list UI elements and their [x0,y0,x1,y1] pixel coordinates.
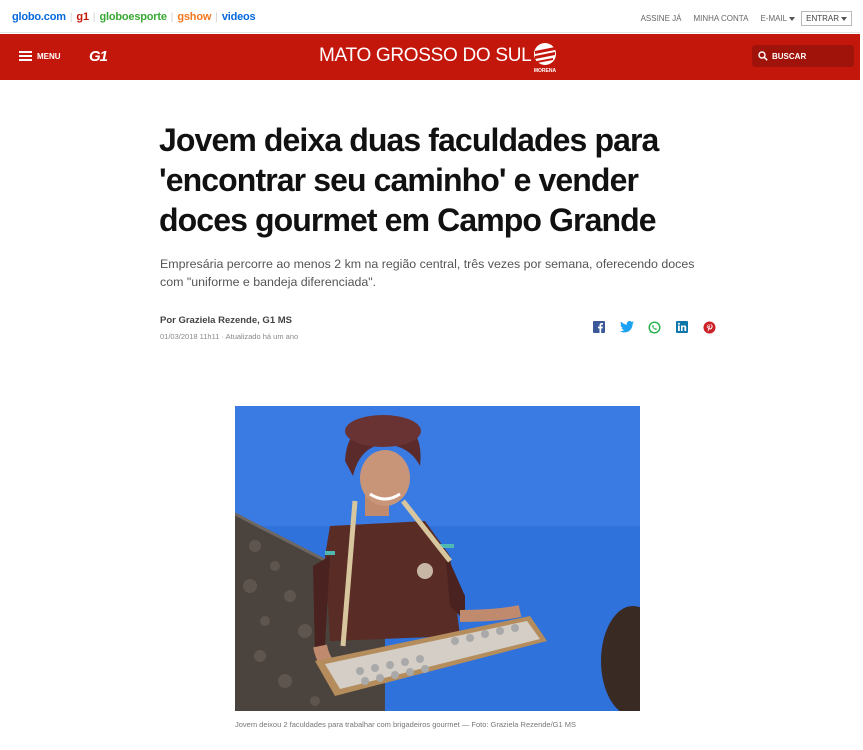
link-globoesporte[interactable]: globoesporte [99,11,166,23]
chevron-down-icon [841,16,847,21]
divider: | [69,11,73,23]
link-g1[interactable]: g1 [76,11,89,23]
globo-top-bar: globo.com | g1 | globoesporte | gshow | … [0,0,860,33]
site-header: MENU G1 MATO GROSSO DO SUL MORENA BUSCAR [0,34,860,80]
divider: | [170,11,174,23]
article-photo [235,406,640,711]
search-icon [758,51,768,61]
account-link[interactable]: MINHA CONTA [693,14,748,23]
article-title: Jovem deixa duas faculdades para 'encont… [159,122,659,238]
hamburger-icon [19,51,32,61]
divider: | [215,11,218,23]
subscribe-link[interactable]: ASSINE JÁ [641,14,682,23]
search-label: BUSCAR [772,51,807,61]
linkedin-icon[interactable] [675,320,689,334]
twitter-icon[interactable] [619,320,634,334]
article-subtitle: Empresária percorre ao menos 2 km na reg… [160,257,695,289]
pinterest-icon[interactable] [702,320,716,334]
divider: | [92,11,96,23]
link-gshow[interactable]: gshow [177,11,211,23]
login-label: ENTRAR [806,14,839,23]
menu-label: MENU [37,51,61,61]
whatsapp-icon[interactable] [647,320,661,334]
menu-button[interactable]: MENU [19,51,61,61]
facebook-icon[interactable] [592,320,606,334]
user-links: ASSINE JÁ MINHA CONTA E-MAIL ENTRAR [629,11,852,26]
article-date: 01/03/2018 11h11 · Atualizado há um ano [160,332,299,341]
link-globo-com[interactable]: globo.com [12,11,66,23]
g1-logo[interactable]: G1 [89,48,108,65]
search-button[interactable]: BUSCAR [752,45,854,67]
link-videos[interactable]: videos [222,11,256,23]
photo-caption: Jovem deixou 2 faculdades para trabalhar… [235,720,577,729]
article-author: Por Graziela Rezende, G1 MS [160,315,292,326]
svg-text:MORENA: MORENA [534,68,557,74]
email-label: E-MAIL [760,14,788,23]
chevron-down-icon [789,17,796,21]
morena-logo: MORENA [530,42,560,74]
share-bar [592,320,730,334]
network-links: globo.com | g1 | globoesporte | gshow | … [12,11,256,23]
login-button[interactable]: ENTRAR [801,11,852,26]
section-title[interactable]: MATO GROSSO DO SUL [319,45,532,67]
email-link[interactable]: E-MAIL [760,14,796,23]
